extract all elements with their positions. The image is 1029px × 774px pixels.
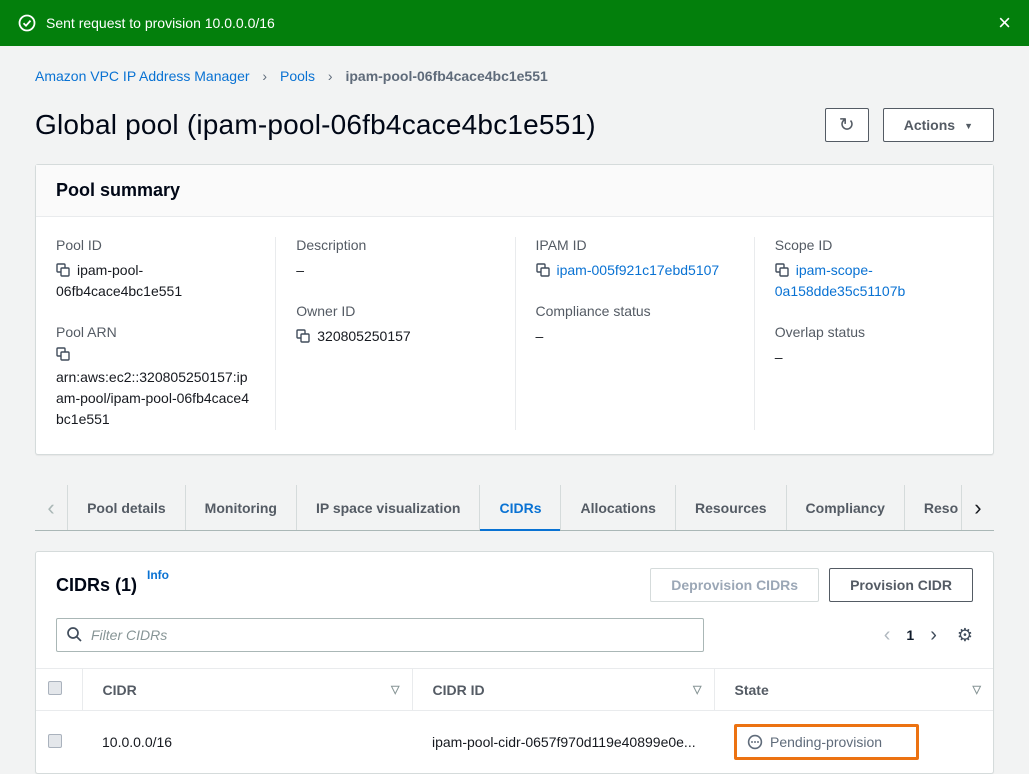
pending-status-icon	[747, 734, 763, 750]
summary-column-3: IPAM ID ipam-005f921c17ebd5107 Complianc…	[515, 237, 754, 430]
summary-column-1: Pool ID ipam-pool-06fb4cace4bc1e551 Pool…	[36, 237, 275, 430]
tab-pool-details[interactable]: Pool details	[68, 485, 186, 530]
tab-resource-planning[interactable]: Reso	[905, 485, 961, 530]
filter-dropdown-icon[interactable]: ▽	[391, 683, 399, 696]
success-check-icon	[18, 14, 36, 32]
owner-id-label: Owner ID	[296, 303, 494, 319]
breadcrumb: Amazon VPC IP Address Manager › Pools › …	[35, 68, 994, 84]
select-all-checkbox[interactable]	[48, 681, 62, 695]
actions-button[interactable]: Actions ▼	[883, 108, 994, 142]
ipam-id-label: IPAM ID	[536, 237, 734, 253]
breadcrumb-ipam-link[interactable]: Amazon VPC IP Address Manager	[35, 68, 250, 84]
chevron-down-icon: ▼	[964, 121, 973, 131]
breadcrumb-current: ipam-pool-06fb4cace4bc1e551	[345, 68, 547, 84]
refresh-icon: ↻	[839, 114, 855, 137]
summary-column-4: Scope ID ipam-scope-0a158dde35c51107b Ov…	[754, 237, 993, 430]
compliance-status-label: Compliance status	[536, 303, 734, 319]
filter-cidrs-input[interactable]	[56, 618, 704, 652]
next-page-icon[interactable]: ›	[930, 625, 937, 645]
cidrs-table: CIDR ▽ CIDR ID ▽ State ▽	[36, 668, 993, 773]
pagination: ‹ 1 › ⚙	[884, 625, 973, 646]
cidr-id-cell: ipam-pool-cidr-0657f970d119e40899e0e...	[412, 711, 714, 774]
overlap-status-field: Overlap status –	[775, 324, 973, 368]
row-checkbox[interactable]	[48, 734, 62, 748]
state-highlight-box: Pending-provision	[734, 724, 919, 760]
cidrs-card: CIDRs (1) Info Deprovision CIDRs Provisi…	[35, 551, 994, 774]
breadcrumb-separator: ›	[253, 68, 276, 84]
tabs-scroll-right-icon[interactable]: ›	[961, 485, 994, 530]
description-field: Description –	[296, 237, 494, 281]
table-row: 10.0.0.0/16 ipam-pool-cidr-0657f970d119e…	[36, 711, 993, 774]
cidr-cell: 10.0.0.0/16	[82, 711, 412, 774]
overlap-status-value: –	[775, 347, 973, 368]
pool-id-label: Pool ID	[56, 237, 255, 253]
pool-tabs: ‹ Pool details Monitoring IP space visua…	[35, 485, 994, 531]
page-header: Global pool (ipam-pool-06fb4cace4bc1e551…	[35, 108, 994, 142]
tabs-scroll-left-icon[interactable]: ‹	[35, 485, 68, 530]
filter-dropdown-icon[interactable]: ▽	[693, 683, 701, 696]
tab-resources[interactable]: Resources	[676, 485, 787, 530]
state-cell: Pending-provision	[714, 711, 993, 774]
cidrs-header: CIDRs (1) Info Deprovision CIDRs Provisi…	[36, 552, 993, 616]
pool-summary-card: Pool summary Pool ID ipam-pool-06fb4cace…	[35, 164, 994, 455]
description-value: –	[296, 260, 494, 281]
ipam-id-field: IPAM ID ipam-005f921c17ebd5107	[536, 237, 734, 281]
compliance-status-field: Compliance status –	[536, 303, 734, 347]
description-label: Description	[296, 237, 494, 253]
scope-id-label: Scope ID	[775, 237, 973, 253]
owner-id-field: Owner ID 320805250157	[296, 303, 494, 347]
flash-message: Sent request to provision 10.0.0.0/16	[46, 15, 998, 31]
breadcrumb-separator: ›	[319, 68, 342, 84]
refresh-button[interactable]: ↻	[825, 108, 869, 142]
state-badge: Pending-provision	[770, 734, 882, 750]
pool-arn-value: arn:aws:ec2::320805250157:ipam-pool/ipam…	[56, 369, 249, 427]
pool-arn-field: Pool ARN arn:aws:ec2::320805250157:ipam-…	[56, 324, 255, 430]
previous-page-icon[interactable]: ‹	[884, 625, 891, 645]
search-icon	[66, 626, 83, 648]
column-header-state[interactable]: State ▽	[714, 669, 993, 711]
table-header-row: CIDR ▽ CIDR ID ▽ State ▽	[36, 669, 993, 711]
column-header-cidr[interactable]: CIDR ▽	[82, 669, 412, 711]
ipam-id-link[interactable]: ipam-005f921c17ebd5107	[557, 262, 720, 278]
copy-icon[interactable]	[56, 263, 70, 280]
flash-close-icon[interactable]: ×	[998, 12, 1011, 34]
current-page-number[interactable]: 1	[906, 627, 914, 643]
tab-allocations[interactable]: Allocations	[561, 485, 675, 530]
filter-dropdown-icon[interactable]: ▽	[973, 683, 981, 696]
breadcrumb-pools-link[interactable]: Pools	[280, 68, 315, 84]
actions-button-label: Actions	[904, 117, 955, 133]
overlap-status-label: Overlap status	[775, 324, 973, 340]
tab-cidrs[interactable]: CIDRs	[480, 485, 561, 530]
deprovision-cidrs-button[interactable]: Deprovision CIDRs	[650, 568, 819, 602]
tab-compliancy[interactable]: Compliancy	[787, 485, 905, 530]
cidrs-filter-row: ‹ 1 › ⚙	[36, 616, 993, 668]
provision-cidr-button[interactable]: Provision CIDR	[829, 568, 973, 602]
pool-id-field: Pool ID ipam-pool-06fb4cace4bc1e551	[56, 237, 255, 302]
cidrs-title: CIDRs (1)	[56, 575, 137, 596]
info-link[interactable]: Info	[147, 568, 169, 582]
compliance-status-value: –	[536, 326, 734, 347]
gear-icon[interactable]: ⚙	[957, 625, 973, 646]
copy-icon[interactable]	[775, 263, 789, 280]
tab-ip-space-visualization[interactable]: IP space visualization	[297, 485, 480, 530]
column-header-cidr-id[interactable]: CIDR ID ▽	[412, 669, 714, 711]
page-title: Global pool (ipam-pool-06fb4cace4bc1e551…	[35, 109, 825, 141]
success-flashbar: Sent request to provision 10.0.0.0/16 ×	[0, 0, 1029, 46]
summary-column-2: Description – Owner ID 320805250157	[275, 237, 514, 430]
tab-monitoring[interactable]: Monitoring	[186, 485, 297, 530]
copy-icon[interactable]	[296, 329, 310, 346]
copy-icon[interactable]	[536, 263, 550, 280]
pool-summary-grid: Pool ID ipam-pool-06fb4cace4bc1e551 Pool…	[36, 217, 993, 454]
pool-id-value: ipam-pool-06fb4cace4bc1e551	[56, 262, 182, 299]
owner-id-value: 320805250157	[317, 328, 410, 344]
scope-id-field: Scope ID ipam-scope-0a158dde35c51107b	[775, 237, 973, 302]
pool-arn-label: Pool ARN	[56, 324, 255, 340]
copy-icon[interactable]	[56, 347, 70, 364]
scope-id-link[interactable]: ipam-scope-0a158dde35c51107b	[775, 262, 906, 299]
pool-summary-title: Pool summary	[36, 165, 993, 217]
